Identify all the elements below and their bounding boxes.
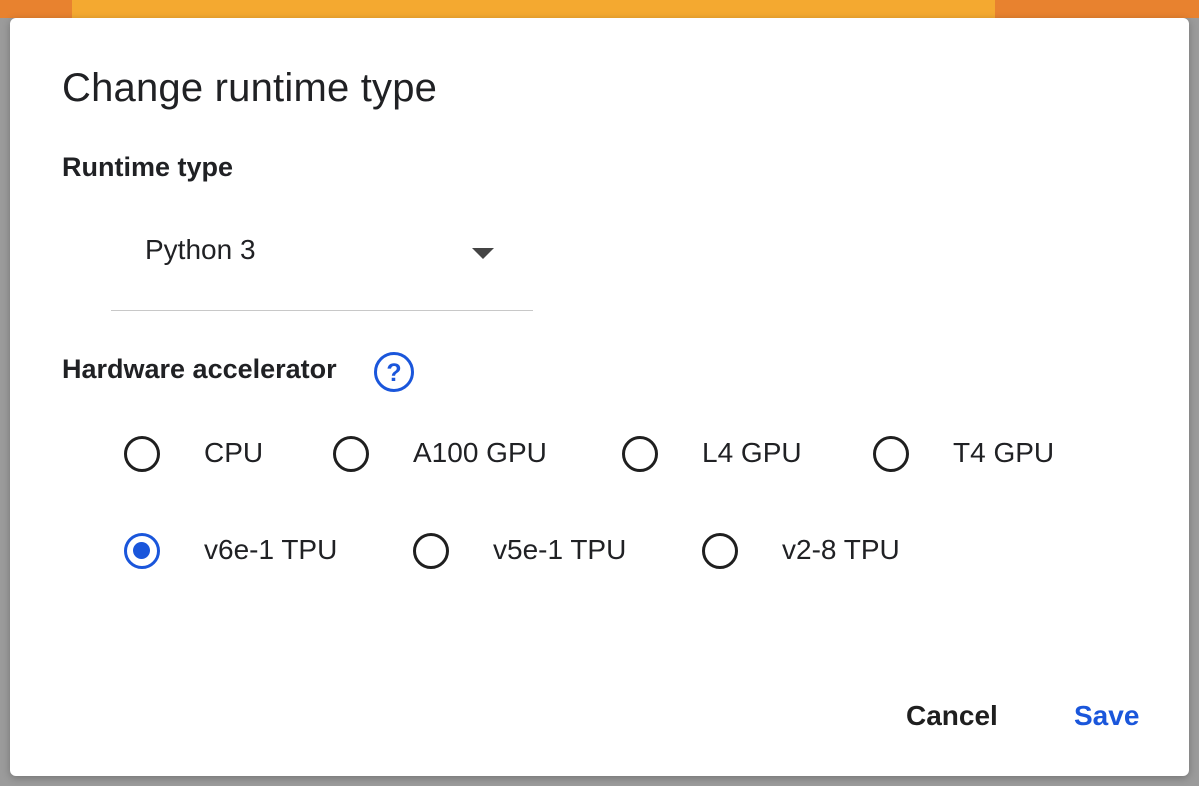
radio-option-v5e-1-tpu[interactable]: v5e-1 TPU xyxy=(413,533,643,581)
cancel-button[interactable]: Cancel xyxy=(906,700,998,732)
radio-label-cpu: CPU xyxy=(204,437,264,468)
radio-button-selected[interactable] xyxy=(124,533,160,569)
radio-option-v2-8-tpu[interactable]: v2-8 TPU xyxy=(702,533,912,581)
runtime-type-label: Runtime type xyxy=(62,152,234,182)
radio-label-t4-gpu: T4 GPU xyxy=(953,437,1055,468)
window-top-strip xyxy=(0,0,1199,18)
radio-button[interactable] xyxy=(124,436,160,472)
hardware-accelerator-label: Hardware accelerator xyxy=(62,354,337,384)
radio-option-a100-gpu[interactable]: A100 GPU xyxy=(333,436,563,484)
dialog-title: Change runtime type xyxy=(62,66,438,110)
radio-option-v6e-1-tpu[interactable]: v6e-1 TPU xyxy=(124,533,354,581)
radio-option-t4-gpu[interactable]: T4 GPU xyxy=(873,436,1063,484)
radio-button[interactable] xyxy=(333,436,369,472)
radio-button[interactable] xyxy=(873,436,909,472)
help-circle-icon[interactable]: ? xyxy=(373,351,415,393)
runtime-type-value: Python 3 xyxy=(145,234,256,265)
radio-label-v2-8-tpu: v2-8 TPU xyxy=(782,534,900,565)
radio-label-v6e-1-tpu: v6e-1 TPU xyxy=(204,534,338,565)
radio-option-l4-gpu[interactable]: L4 GPU xyxy=(622,436,812,484)
radio-label-v5e-1-tpu: v5e-1 TPU xyxy=(493,534,627,565)
dropdown-arrow-icon xyxy=(472,248,494,259)
save-button[interactable]: Save xyxy=(1074,700,1139,732)
radio-label-l4-gpu: L4 GPU xyxy=(702,437,802,468)
change-runtime-dialog: Change runtime type Runtime type Python … xyxy=(10,18,1189,776)
radio-option-cpu[interactable]: CPU xyxy=(124,436,274,484)
radio-button[interactable] xyxy=(413,533,449,569)
radio-label-a100-gpu: A100 GPU xyxy=(413,437,547,468)
radio-button[interactable] xyxy=(622,436,658,472)
radio-button[interactable] xyxy=(702,533,738,569)
runtime-type-select[interactable]: Python 3 xyxy=(111,216,533,311)
svg-text:?: ? xyxy=(386,359,401,387)
